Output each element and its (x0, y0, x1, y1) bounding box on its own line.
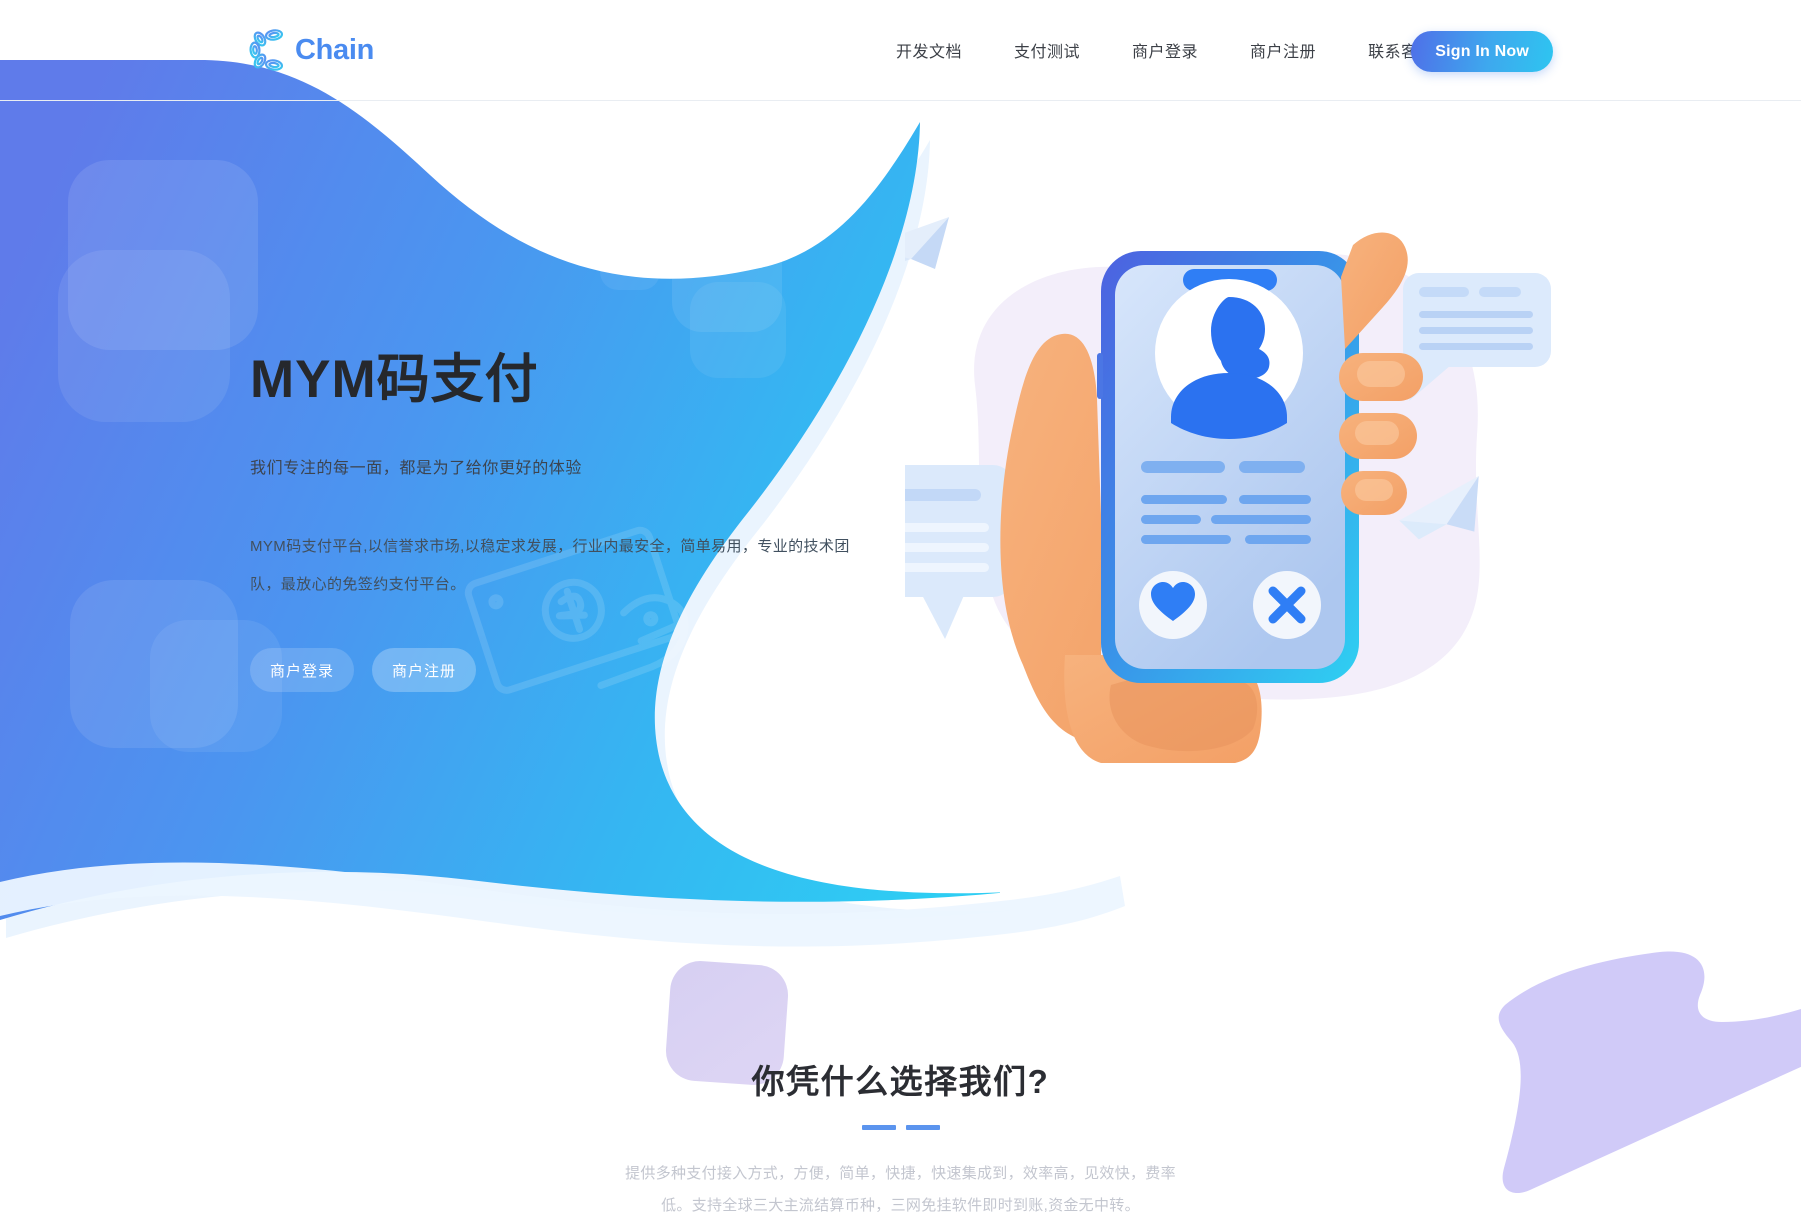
section-divider (861, 1125, 940, 1130)
merchant-login-button[interactable]: 商户登录 (250, 648, 355, 693)
hero-subtitle: 我们专注的每一面，都是为了给你更好的体验 (250, 459, 583, 477)
illustration-hand-phone (795, 185, 1565, 765)
merchant-register-button[interactable]: 商户注册 (372, 648, 477, 693)
header-divider (0, 100, 1801, 101)
landing-page: MYM码支付 我们专注的每一面，都是为了给你更好的体验 MYM码支付平台,以信誉… (0, 0, 1801, 1231)
brand-name: Chain (295, 33, 375, 66)
sign-in-now-button[interactable]: Sign In Now (1411, 31, 1553, 72)
main-nav: 开发文档 支付测试 商户登录 商户注册 联系客服 (870, 0, 1460, 100)
chain-link-c-logo-icon (243, 25, 293, 75)
hero-description: MYM码支付平台,以信誉求市场,以稳定求发展，行业内最安全，简单易用，专业的技术… (250, 537, 850, 593)
hero-cta-group: 商户登录 商户注册 (250, 648, 950, 693)
why-choose-us-section: 你凭什么选择我们? 提供多种支付接入方式，方便，简单，快捷，快速集成到，效率高，… (0, 1055, 1801, 1221)
divider-dash-left (861, 1125, 896, 1130)
divider-dash-right (905, 1125, 940, 1130)
hero-title: MYM码支付 (250, 350, 539, 409)
nav-item-docs[interactable]: 开发文档 (870, 38, 988, 62)
chat-bubble-icon (1403, 273, 1551, 401)
site-header: Chain 开发文档 支付测试 商户登录 商户注册 联系客服 Sign In N… (0, 0, 1801, 100)
section-title: 你凭什么选择我们? (751, 1063, 1050, 1100)
brand-logo[interactable]: Chain (243, 22, 374, 78)
nav-item-login[interactable]: 商户登录 (1106, 38, 1224, 62)
hero-content: MYM码支付 我们专注的每一面，都是为了给你更好的体验 MYM码支付平台,以信誉… (250, 350, 950, 693)
section-description: 提供多种支付接入方式，方便，简单，快捷，快速集成到，效率高，见效快，费率低。支持… (625, 1165, 1176, 1214)
paper-plane-icon (865, 217, 949, 269)
nav-item-pay-test[interactable]: 支付测试 (988, 38, 1106, 62)
nav-item-register[interactable]: 商户注册 (1224, 38, 1342, 62)
